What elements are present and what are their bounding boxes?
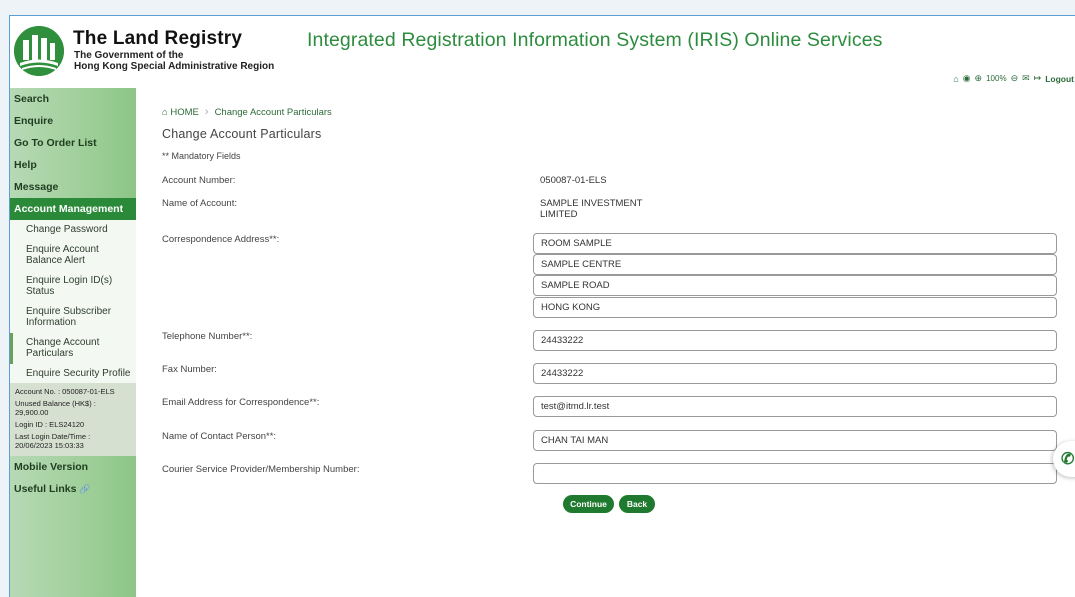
logout-link[interactable]: Logout [1045, 74, 1074, 84]
account-name-line-1: SAMPLE INVESTMENT [540, 198, 643, 209]
globe-icon[interactable]: ◉ [963, 73, 971, 84]
unused-balance-label: Unused Balance (HK$) : [15, 399, 96, 408]
account-name-line-2: LIMITED [540, 209, 578, 220]
address-label: Correspondence Address**: [162, 234, 280, 245]
utility-bar: ⌂ ◉ ⊕ 100% ⊖ ✉ ↦ Logout [953, 73, 1074, 84]
telephone-label: Telephone Number**: [162, 331, 253, 342]
breadcrumb-home-label: HOME [170, 106, 199, 118]
nav-change-account-particulars[interactable]: Change Account Particulars [10, 332, 136, 364]
nav-enquire-subscriber-information[interactable]: Enquire Subscriber Information [10, 302, 136, 333]
nav-enquire-account-balance-alert[interactable]: Enquire Account Balance Alert [10, 240, 136, 271]
brand-subtitle-2: Hong Kong Special Administrative Region [74, 61, 275, 72]
mail-icon[interactable]: ✉ [1022, 73, 1030, 84]
email-input[interactable] [533, 396, 1057, 417]
nav-search[interactable]: Search [10, 88, 136, 110]
account-name-label: Name of Account: [162, 198, 237, 209]
system-title: Integrated Registration Information Syst… [307, 29, 883, 51]
zoom-level: 100% [986, 74, 1007, 83]
courier-input[interactable] [533, 463, 1057, 484]
home-icon: ⌂ [162, 106, 168, 118]
unused-balance-info: Unused Balance (HK$) : 29,900.00 [15, 399, 132, 417]
unused-balance-value: 29,900.00 [15, 408, 49, 417]
continue-button[interactable]: Continue [563, 495, 614, 513]
address-line-1-input[interactable] [533, 233, 1057, 254]
back-button[interactable]: Back [619, 495, 655, 513]
chevron-right-icon: › [204, 106, 209, 118]
sidebar: Search Enquire Go To Order List Help Mes… [10, 88, 136, 597]
nav-useful-links[interactable]: Useful Links 🔗 [10, 478, 136, 500]
fax-input[interactable] [533, 363, 1057, 384]
address-line-4-input[interactable] [533, 297, 1057, 318]
brand-subtitle-1: The Government of the [74, 50, 184, 61]
contact-person-input[interactable] [533, 430, 1057, 451]
land-registry-logo [14, 26, 64, 76]
telephone-input[interactable] [533, 330, 1057, 351]
home-icon[interactable]: ⌂ [953, 74, 958, 84]
last-login-label: Last Login Date/Time : [15, 432, 91, 441]
login-id-info: Login ID : ELS24120 [15, 420, 85, 429]
zoom-in-icon[interactable]: ⊕ [975, 73, 983, 84]
breadcrumb-current[interactable]: Change Account Particulars [215, 107, 332, 118]
last-login-value: 20/06/2023 15:03:33 [15, 441, 84, 450]
nav-mobile-version[interactable]: Mobile Version [10, 456, 136, 478]
account-number-info: Account No. : 050087-01-ELS [15, 387, 115, 396]
logout-icon[interactable]: ↦ [1034, 73, 1042, 84]
zoom-out-icon[interactable]: ⊖ [1011, 73, 1019, 84]
account-number-value: 050087-01-ELS [540, 175, 607, 186]
brand-title: The Land Registry [73, 28, 243, 49]
app-frame: The Land Registry The Government of the … [9, 15, 1075, 597]
contact-person-label: Name of Contact Person**: [162, 431, 277, 442]
account-number-label: Account Number: [162, 175, 236, 186]
courier-label: Courier Service Provider/Membership Numb… [162, 464, 360, 475]
account-name-value: SAMPLE INVESTMENT LIMITED [540, 198, 642, 220]
nav-account-management[interactable]: Account Management [10, 198, 136, 220]
nav-message[interactable]: Message [10, 176, 136, 198]
link-icon: 🔗 [79, 484, 91, 494]
nav-help[interactable]: Help [10, 154, 136, 176]
address-line-3-input[interactable] [533, 275, 1057, 296]
nav-enquire-login-id-status[interactable]: Enquire Login ID(s) Status [10, 271, 136, 302]
nav-go-to-order-list[interactable]: Go To Order List [10, 132, 136, 154]
breadcrumb: ⌂ HOME › Change Account Particulars [162, 106, 332, 118]
nav-useful-links-label: Useful Links [14, 483, 77, 495]
fax-label: Fax Number: [162, 364, 217, 375]
nav-enquire[interactable]: Enquire [10, 110, 136, 132]
breadcrumb-home[interactable]: ⌂ HOME [162, 107, 199, 118]
mandatory-note: ** Mandatory Fields [162, 151, 241, 161]
last-login-info: Last Login Date/Time : 20/06/2023 15:03:… [15, 432, 132, 450]
page-title: Change Account Particulars [162, 127, 322, 141]
nav-enquire-security-profile[interactable]: Enquire Security Profile [10, 364, 136, 384]
email-label: Email Address for Correspondence**: [162, 397, 320, 408]
address-line-2-input[interactable] [533, 254, 1057, 275]
header: The Land Registry The Government of the … [10, 16, 1075, 88]
account-info-panel: Account No. : 050087-01-ELS Unused Balan… [10, 383, 136, 456]
account-management-submenu: Change Password Enquire Account Balance … [10, 220, 136, 383]
nav-change-password[interactable]: Change Password [10, 220, 136, 240]
